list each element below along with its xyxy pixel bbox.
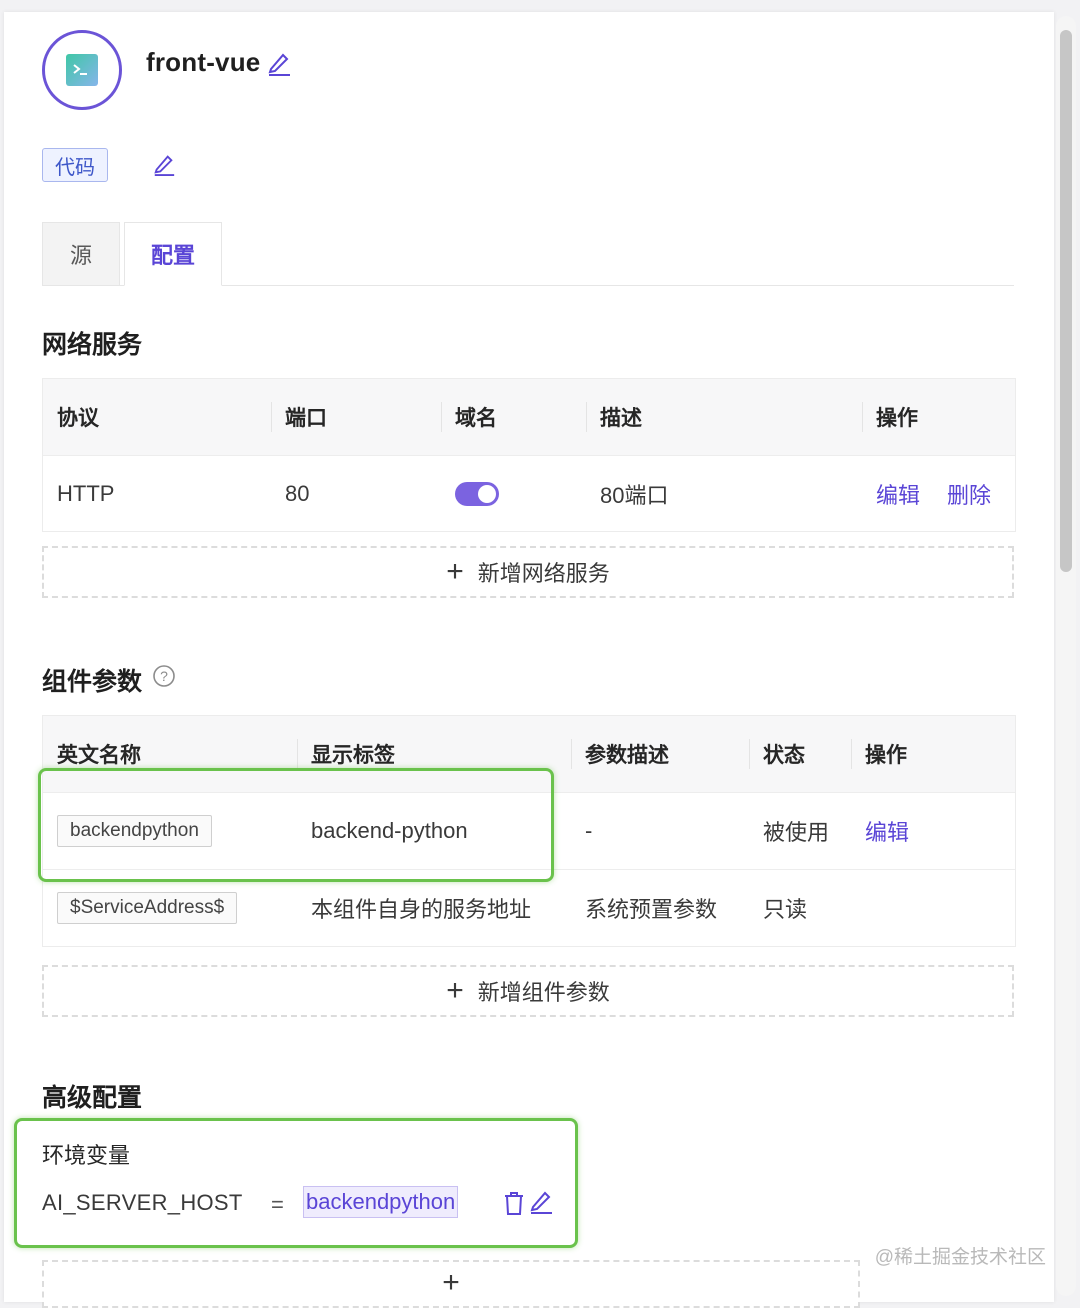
param-description-value: - bbox=[585, 818, 593, 843]
type-tag-label: 代码 bbox=[55, 156, 95, 179]
tab-config-label: 配置 bbox=[150, 243, 195, 268]
param-status-value: 只读 bbox=[763, 897, 808, 922]
component-avatar bbox=[42, 30, 122, 110]
col-actions: 操作 bbox=[876, 407, 918, 430]
col-param-description: 参数描述 bbox=[585, 744, 669, 767]
col-separator bbox=[441, 402, 442, 432]
scrollbar-thumb[interactable] bbox=[1060, 30, 1072, 572]
edit-title-icon[interactable] bbox=[266, 50, 292, 76]
main-panel bbox=[4, 12, 1054, 1302]
protocol-value: HTTP bbox=[57, 480, 115, 506]
add-env-var-button[interactable]: + bbox=[42, 1260, 860, 1308]
col-separator bbox=[749, 739, 750, 769]
domain-toggle[interactable] bbox=[455, 481, 499, 506]
col-description: 描述 bbox=[600, 407, 642, 430]
add-network-service-label: 新增网络服务 bbox=[477, 561, 610, 586]
advanced-section-title: 高级配置 bbox=[42, 1084, 143, 1112]
network-table-header: 协议 端口 域名 描述 操作 bbox=[43, 379, 1015, 455]
terminal-icon bbox=[66, 54, 98, 86]
table-row: HTTP 80 80端口 编辑 删除 bbox=[43, 456, 1015, 531]
col-status: 状态 bbox=[763, 744, 805, 767]
add-component-param-button[interactable]: + 新增组件参数 bbox=[42, 965, 1014, 1017]
plus-icon: + bbox=[442, 1266, 460, 1299]
plus-icon: + bbox=[446, 555, 464, 588]
param-status-value: 被使用 bbox=[763, 820, 830, 845]
highlight-box-param bbox=[38, 768, 554, 882]
toggle-knob bbox=[478, 484, 496, 503]
delete-network-link[interactable]: 删除 bbox=[947, 456, 991, 531]
col-separator bbox=[851, 739, 852, 769]
scrollbar[interactable] bbox=[1056, 16, 1076, 1296]
svg-text:?: ? bbox=[160, 668, 168, 684]
highlight-box-env bbox=[14, 1118, 578, 1248]
edit-param-link[interactable]: 编辑 bbox=[865, 793, 909, 869]
col-actions: 操作 bbox=[865, 744, 907, 767]
network-table: 协议 端口 域名 描述 操作 HTTP 80 80端口 编辑 删除 bbox=[42, 378, 1016, 532]
param-name-chip: $ServiceAddress$ bbox=[57, 892, 238, 924]
col-domain: 域名 bbox=[455, 407, 497, 430]
col-separator bbox=[571, 739, 572, 769]
param-description-value: 系统预置参数 bbox=[585, 897, 718, 922]
edit-network-link[interactable]: 编辑 bbox=[876, 456, 920, 531]
add-component-param-label: 新增组件参数 bbox=[477, 980, 610, 1005]
component-name: front-vue bbox=[146, 47, 261, 77]
col-protocol: 协议 bbox=[57, 407, 99, 430]
component-title: front-vue bbox=[146, 47, 260, 78]
edit-tag-icon[interactable] bbox=[152, 152, 176, 176]
params-section-title: 组件参数 bbox=[42, 668, 143, 696]
port-value: 80 bbox=[285, 480, 310, 506]
col-separator bbox=[271, 402, 272, 432]
network-section-title: 网络服务 bbox=[42, 331, 143, 359]
col-separator bbox=[862, 402, 863, 432]
col-separator bbox=[586, 402, 587, 432]
col-port: 端口 bbox=[285, 407, 327, 430]
col-separator bbox=[297, 739, 298, 769]
type-tag: 代码 bbox=[42, 148, 108, 182]
tab-config[interactable]: 配置 bbox=[124, 222, 222, 286]
description-value: 80端口 bbox=[600, 482, 669, 508]
watermark: @稀土掘金技术社区 bbox=[874, 1247, 1046, 1268]
tab-source[interactable]: 源 bbox=[42, 222, 120, 286]
add-network-service-button[interactable]: + 新增网络服务 bbox=[42, 546, 1014, 598]
domain-toggle-cell bbox=[455, 456, 499, 531]
question-circle-icon[interactable]: ? bbox=[152, 664, 176, 693]
plus-icon: + bbox=[446, 974, 464, 1007]
tab-source-label: 源 bbox=[69, 243, 92, 268]
